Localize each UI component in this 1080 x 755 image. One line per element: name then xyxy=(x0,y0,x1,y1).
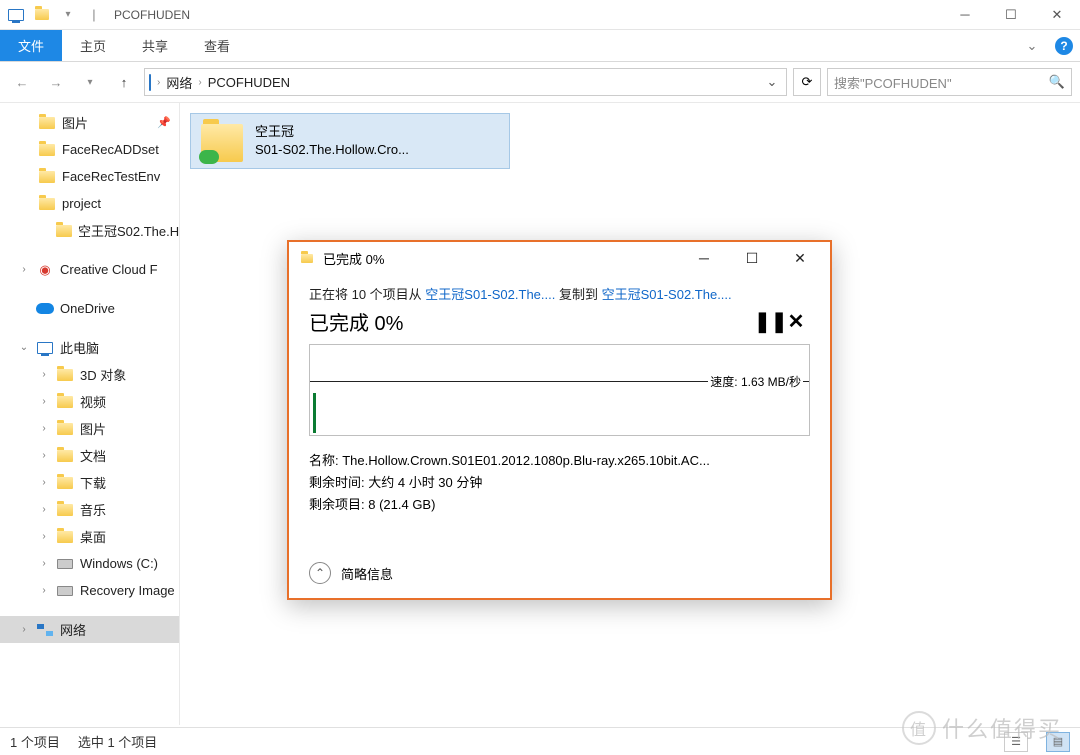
crumb-sep-icon: › xyxy=(157,77,160,88)
ribbon-tab-view[interactable]: 查看 xyxy=(186,30,248,61)
tree-quick-item[interactable]: FaceRecADDset xyxy=(0,136,179,163)
qat-separator: | xyxy=(84,5,104,25)
tree-desktop[interactable]: ›桌面 xyxy=(0,523,179,550)
dialog-minimize-button[interactable]: ─ xyxy=(684,244,724,272)
search-input[interactable]: 搜索"PCOFHUDEN" 🔍 xyxy=(827,68,1072,96)
pin-icon: 📌 xyxy=(157,116,171,129)
nav-up-button[interactable]: ↑ xyxy=(110,68,138,96)
quick-access-toolbar: ▾ | xyxy=(0,5,110,25)
onedrive-icon xyxy=(36,301,54,317)
chevron-up-icon: ⌃ xyxy=(309,562,331,584)
minimize-button[interactable]: ─ xyxy=(942,0,988,30)
dialog-title: 已完成 0% xyxy=(323,249,384,268)
watermark: 值什么值得买 xyxy=(902,711,1062,745)
folder-name-line2: S01-S02.The.Hollow.Cro... xyxy=(255,141,409,159)
refresh-button[interactable]: ⟳ xyxy=(793,68,821,96)
copy-icon xyxy=(299,250,315,266)
folder-qat-icon[interactable] xyxy=(32,5,52,25)
ribbon-expand-button[interactable]: ⌄ xyxy=(1016,30,1048,61)
copy-source-link[interactable]: 空王冠S01-S02.The.... xyxy=(425,287,555,302)
ribbon: 文件 主页 共享 查看 ⌄ ? xyxy=(0,30,1080,62)
speed-graph: 速度: 1.63 MB/秒 xyxy=(309,344,810,436)
detail-name: The.Hollow.Crown.S01E01.2012.1080p.Blu-r… xyxy=(342,453,710,468)
cc-icon: ◉ xyxy=(36,262,54,278)
address-bar[interactable]: › 网络 › PCOFHUDEN ⌄ xyxy=(144,68,787,96)
nav-row: ← → ▾ ↑ › 网络 › PCOFHUDEN ⌄ ⟳ 搜索"PCOFHUDE… xyxy=(0,62,1080,102)
progress-heading: 已完成 0% xyxy=(309,307,403,336)
folder-name-line1: 空王冠 xyxy=(255,123,409,141)
status-item-count: 1 个项目 xyxy=(10,732,60,751)
qat-dropdown-icon[interactable]: ▾ xyxy=(58,5,78,25)
nav-forward-button[interactable]: → xyxy=(42,68,70,96)
tree-network[interactable]: ›网络 xyxy=(0,616,179,643)
explorer-icon xyxy=(6,5,26,25)
copy-details: 名称: The.Hollow.Crown.S01E01.2012.1080p.B… xyxy=(309,450,810,516)
shared-folder-icon xyxy=(201,120,243,162)
tree-quick-item[interactable]: 空王冠S02.The.H xyxy=(0,217,179,244)
tree-this-pc[interactable]: ⌄此电脑 xyxy=(0,334,179,361)
dialog-titlebar[interactable]: 已完成 0% ─ ☐ ✕ xyxy=(289,242,830,274)
nav-tree[interactable]: 图片📌 FaceRecADDset FaceRecTestEnv project… xyxy=(0,103,180,725)
copy-dest-link[interactable]: 空王冠S01-S02.The.... xyxy=(602,287,732,302)
tree-videos[interactable]: ›视频 xyxy=(0,388,179,415)
tree-creative-cloud[interactable]: ›◉Creative Cloud F xyxy=(0,256,179,283)
ribbon-file-tab[interactable]: 文件 xyxy=(0,30,62,61)
dialog-close-button[interactable]: ✕ xyxy=(780,244,820,272)
tree-downloads[interactable]: ›下载 xyxy=(0,469,179,496)
dialog-maximize-button[interactable]: ☐ xyxy=(732,244,772,272)
disk-icon xyxy=(56,583,74,599)
fewer-details-toggle[interactable]: ⌃ 简略信息 xyxy=(309,552,810,584)
breadcrumb-host[interactable]: PCOFHUDEN xyxy=(208,75,290,90)
copy-progress-dialog: 已完成 0% ─ ☐ ✕ 正在将 10 个项目从 空王冠S01-S02.The.… xyxy=(287,240,832,600)
disk-icon xyxy=(56,556,74,572)
tree-3d-objects[interactable]: ›3D 对象 xyxy=(0,361,179,388)
maximize-button[interactable]: ☐ xyxy=(988,0,1034,30)
tree-music[interactable]: ›音乐 xyxy=(0,496,179,523)
close-button[interactable]: ✕ xyxy=(1034,0,1080,30)
network-icon xyxy=(36,622,54,638)
tree-documents[interactable]: ›文档 xyxy=(0,442,179,469)
computer-icon xyxy=(36,340,54,356)
help-button[interactable]: ? xyxy=(1048,30,1080,61)
tree-quick-item[interactable]: FaceRecTestEnv xyxy=(0,163,179,190)
pause-button[interactable]: ❚❚ xyxy=(754,309,782,334)
speed-label: 速度: 1.63 MB/秒 xyxy=(708,373,803,390)
tree-pictures[interactable]: ›图片 xyxy=(0,415,179,442)
ribbon-tab-share[interactable]: 共享 xyxy=(124,30,186,61)
status-selected-count: 选中 1 个项目 xyxy=(78,732,157,751)
network-root-icon xyxy=(149,75,151,90)
address-dropdown-icon[interactable]: ⌄ xyxy=(762,74,782,90)
folder-item[interactable]: 空王冠 S01-S02.The.Hollow.Cro... xyxy=(190,113,510,169)
nav-recent-dropdown[interactable]: ▾ xyxy=(76,68,104,96)
nav-back-button[interactable]: ← xyxy=(8,68,36,96)
search-placeholder: 搜索"PCOFHUDEN" xyxy=(834,73,952,92)
breadcrumb-network[interactable]: 网络 xyxy=(166,73,192,92)
cancel-button[interactable]: ✕ xyxy=(782,309,810,334)
search-icon: 🔍 xyxy=(1049,74,1065,90)
tree-drive-c[interactable]: ›Windows (C:) xyxy=(0,550,179,577)
copy-description: 正在将 10 个项目从 空王冠S01-S02.The.... 复制到 空王冠S0… xyxy=(309,284,810,303)
tree-quick-pictures[interactable]: 图片📌 xyxy=(0,109,179,136)
detail-remaining-time: 大约 4 小时 30 分钟 xyxy=(368,475,482,490)
ribbon-tab-home[interactable]: 主页 xyxy=(62,30,124,61)
window-title: PCOFHUDEN xyxy=(114,8,190,22)
tree-quick-item[interactable]: project xyxy=(0,190,179,217)
tree-recovery-image[interactable]: ›Recovery Image xyxy=(0,577,179,604)
tree-onedrive[interactable]: OneDrive xyxy=(0,295,179,322)
crumb-sep-icon: › xyxy=(198,77,201,88)
titlebar: ▾ | PCOFHUDEN ─ ☐ ✕ xyxy=(0,0,1080,30)
detail-remaining-items: 8 (21.4 GB) xyxy=(368,497,435,512)
